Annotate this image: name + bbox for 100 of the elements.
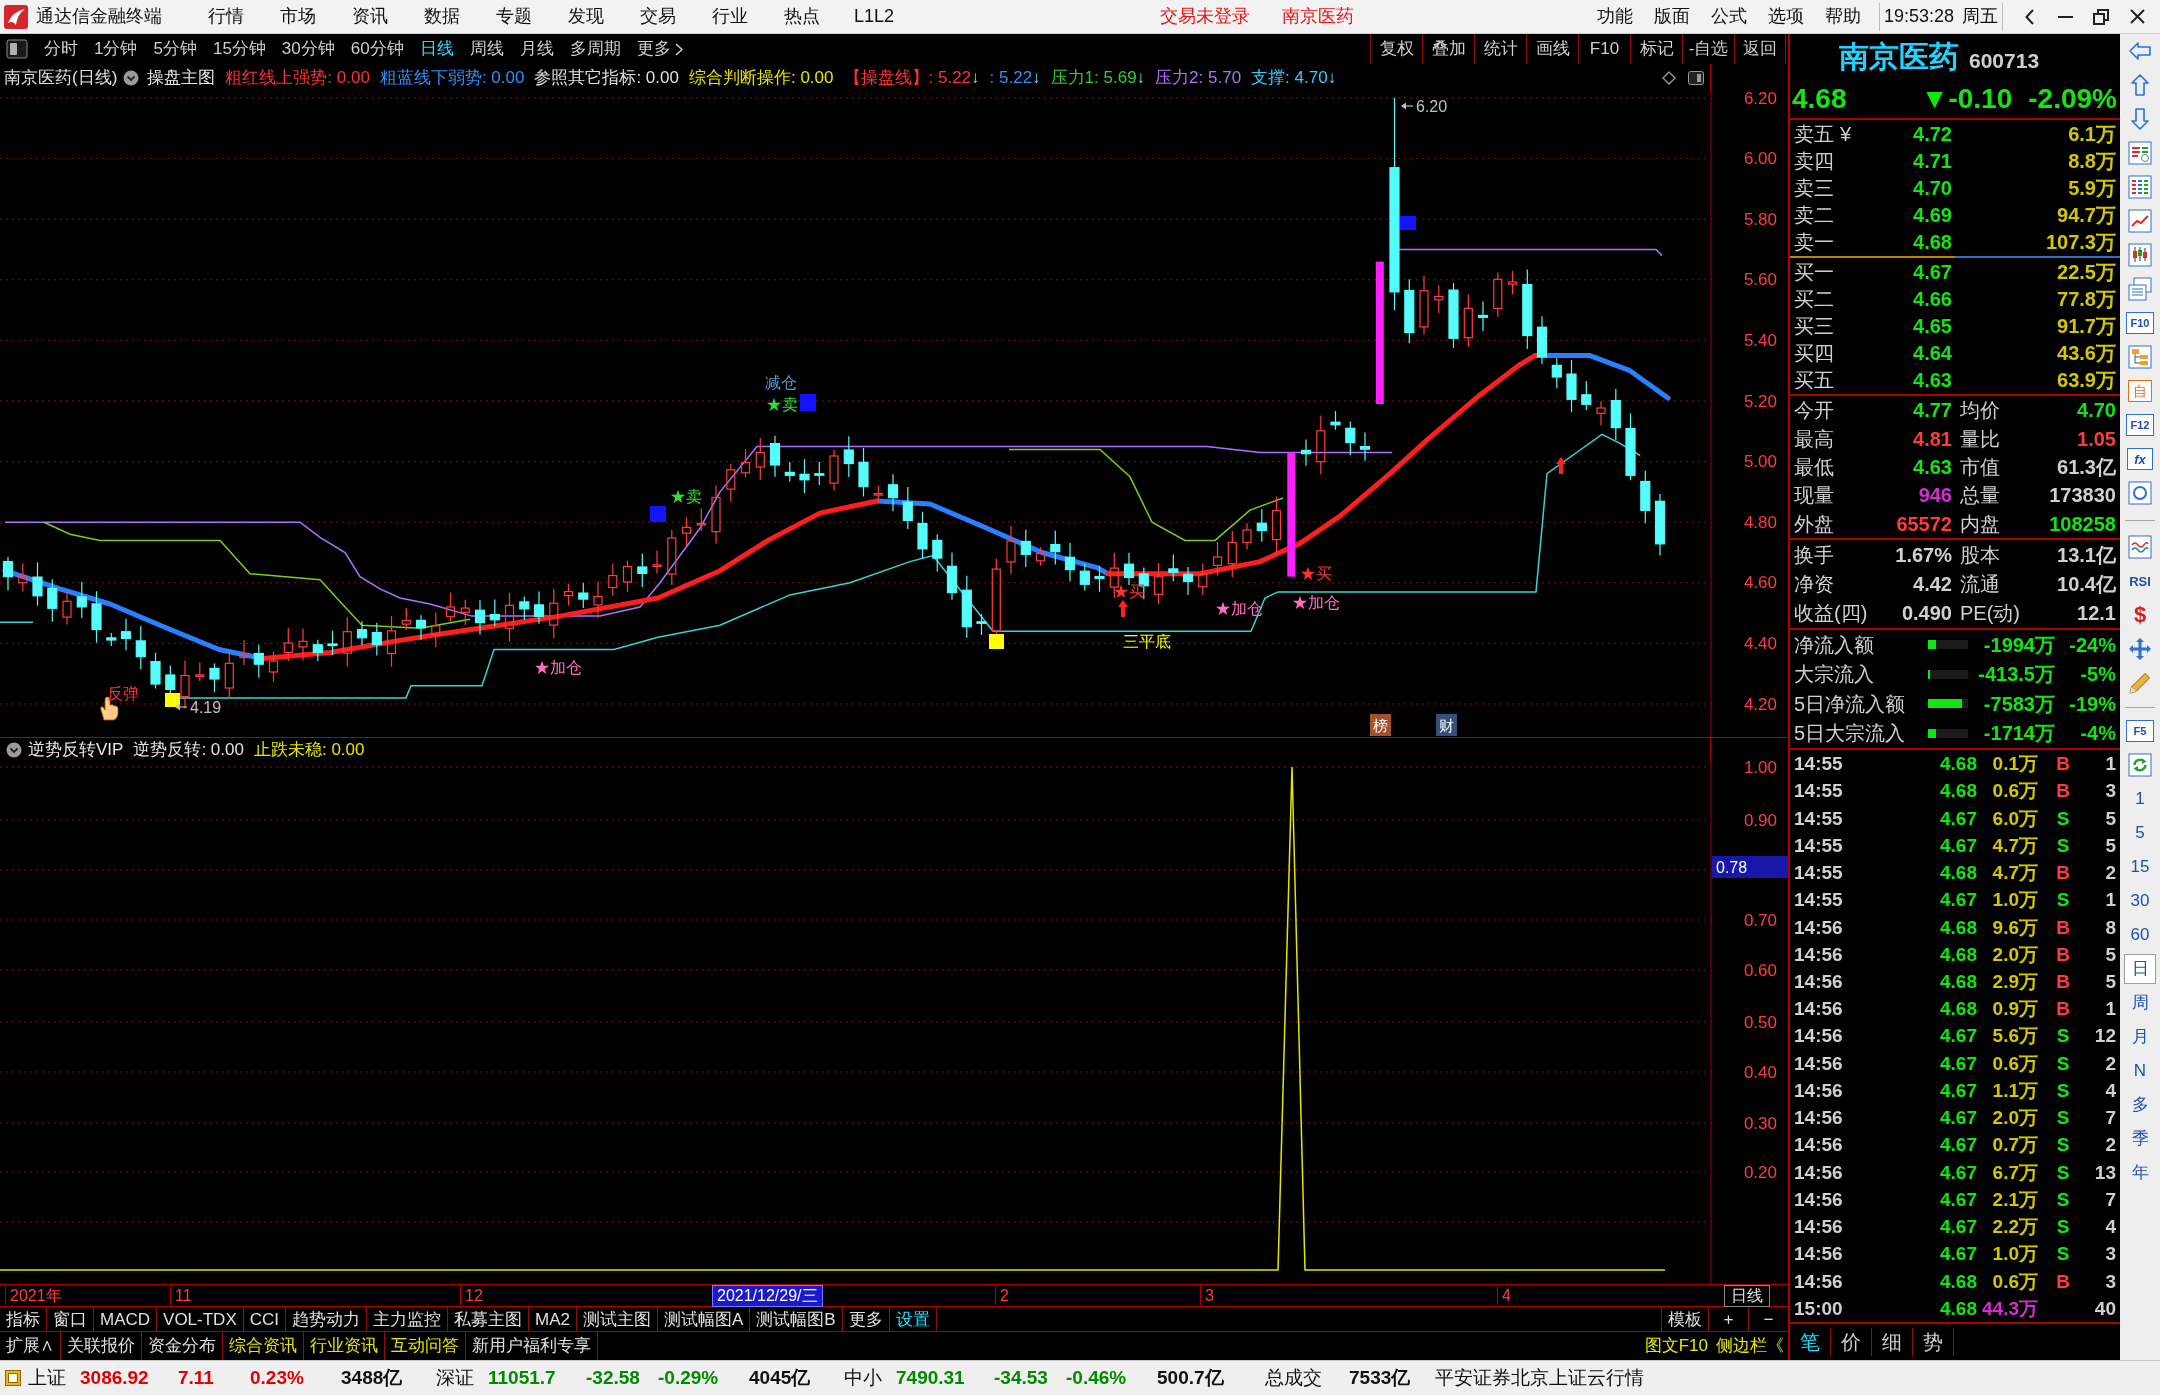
menu-item[interactable]: 市场	[262, 3, 334, 30]
panel-toggle-icon[interactable]	[6, 39, 28, 59]
menu-item[interactable]: 行业	[694, 3, 766, 30]
chart-tool-button[interactable]: 叠加	[1422, 34, 1474, 64]
menu-item[interactable]: L1L2	[838, 3, 910, 30]
side-tool-button[interactable]: F10	[2126, 312, 2154, 334]
period-tab[interactable]: 15分钟	[204, 34, 274, 64]
login-status[interactable]: 交易未登录	[1160, 3, 1260, 30]
period-tab[interactable]: 分时	[36, 34, 86, 64]
period-button[interactable]: 30	[2124, 886, 2156, 916]
menu-item[interactable]: 交易	[622, 3, 694, 30]
period-button[interactable]: 季	[2124, 1124, 2156, 1154]
period-button[interactable]: N	[2124, 1056, 2156, 1086]
period-button[interactable]: 年	[2124, 1158, 2156, 1188]
indicator-tab[interactable]: 趋势动力	[286, 1307, 368, 1331]
finance-tag[interactable]: 财	[1436, 714, 1457, 736]
indicator-tab[interactable]: 指标	[0, 1307, 47, 1331]
dropdown-icon[interactable]	[123, 70, 140, 86]
menu-item[interactable]: 功能	[1586, 3, 1643, 30]
period-button[interactable]: 多	[2124, 1090, 2156, 1120]
dropdown-icon[interactable]	[6, 742, 22, 758]
period-tab[interactable]: 5分钟	[145, 34, 205, 64]
period-tab[interactable]: 1分钟	[86, 34, 146, 64]
more-button[interactable]: 更多	[628, 34, 691, 64]
period-tab[interactable]: 60分钟	[342, 34, 412, 64]
menu-item[interactable]: 数据	[406, 3, 478, 30]
move-icon[interactable]	[2128, 637, 2152, 661]
period-tab[interactable]: 月线	[511, 34, 562, 64]
ranking-tag[interactable]: 榜	[1370, 714, 1391, 736]
panel-tab[interactable]: 细	[1872, 1328, 1913, 1356]
table-icon[interactable]	[2128, 175, 2152, 199]
down-arrow-icon[interactable]	[2128, 107, 2152, 131]
side-link[interactable]: 侧边栏《	[1712, 1332, 1788, 1360]
period-tab[interactable]: 日线	[411, 34, 462, 64]
report-icon[interactable]	[2128, 141, 2152, 165]
indicator-tab[interactable]: MACD	[94, 1307, 158, 1331]
diamond-icon[interactable]	[1662, 71, 1676, 85]
menu-item[interactable]: 帮助	[1814, 3, 1871, 30]
chart-tool-button[interactable]: -自选	[1682, 34, 1734, 64]
menu-item[interactable]: 版面	[1643, 3, 1700, 30]
chart-tool-button[interactable]: 统计	[1474, 34, 1526, 64]
template-control[interactable]: 模板	[1661, 1307, 1708, 1331]
indicator-tab[interactable]: VOL-TDX	[157, 1307, 244, 1331]
stock-name-link[interactable]: 南京医药	[1282, 3, 1362, 30]
candlestick-icon[interactable]	[2128, 243, 2152, 267]
indicator-tab[interactable]: 更多	[842, 1307, 890, 1331]
left-arrow-icon[interactable]	[2128, 39, 2152, 63]
chart-tool-button[interactable]: 标记	[1630, 34, 1682, 64]
period-button[interactable]: 5	[2124, 818, 2156, 848]
indicator-name[interactable]: 逆势反转VIP	[28, 737, 124, 763]
wave-chart-icon[interactable]	[2128, 535, 2152, 559]
side-link[interactable]: 图文F10	[1640, 1332, 1712, 1360]
template-control[interactable]: +	[1708, 1307, 1748, 1331]
app-logo-icon[interactable]	[4, 4, 28, 29]
pencil-icon[interactable]	[2128, 671, 2152, 695]
indicator-tab[interactable]: MA2	[529, 1307, 577, 1331]
chart-tool-button[interactable]: 画线	[1526, 34, 1578, 64]
indicator-name[interactable]: 操盘主图	[147, 65, 216, 91]
indicator-tab[interactable]: 私募主图	[448, 1307, 530, 1331]
side-tool-button[interactable]: RSI	[2129, 574, 2151, 588]
side-tool-button[interactable]: F5	[2126, 720, 2154, 742]
menu-item[interactable]: 资讯	[334, 3, 406, 30]
period-tab[interactable]: 周线	[461, 34, 512, 64]
status-icon[interactable]	[5, 1370, 21, 1386]
menu-item[interactable]: 公式	[1700, 3, 1757, 30]
menu-item[interactable]: 选项	[1757, 3, 1814, 30]
period-button[interactable]: 15	[2124, 852, 2156, 882]
price-axis-label: 4.80	[1743, 512, 1777, 532]
up-arrow-icon[interactable]	[2128, 73, 2152, 97]
refresh-icon[interactable]	[2128, 753, 2152, 777]
period-button[interactable]: 日	[2124, 954, 2156, 984]
indicator-tab[interactable]: 测试主图	[577, 1307, 658, 1331]
menu-item[interactable]: 发现	[550, 3, 622, 30]
menu-item[interactable]: 行情	[190, 3, 262, 30]
side-tool-button[interactable]: $	[2133, 604, 2147, 626]
chart-tool-button[interactable]: 复权	[1370, 34, 1422, 64]
menu-item[interactable]: 热点	[766, 3, 838, 30]
panel-tab[interactable]: 价	[1831, 1328, 1872, 1356]
chart-tool-button[interactable]: F10	[1578, 34, 1630, 64]
menu-item[interactable]: 专题	[478, 3, 550, 30]
chart-tool-button[interactable]: 返回	[1734, 34, 1786, 64]
side-tool-button[interactable]: F12	[2126, 414, 2154, 436]
side-tool-button[interactable]: fx	[2127, 448, 2153, 470]
indicator-tab[interactable]: CCI	[243, 1307, 287, 1331]
indicator-tab[interactable]: 主力监控	[367, 1307, 449, 1331]
period-button[interactable]: 1	[2124, 784, 2156, 814]
period-tab[interactable]: 多周期	[561, 34, 629, 64]
period-button[interactable]: 月	[2124, 1022, 2156, 1052]
panel-toggle-icon[interactable]	[1688, 71, 1704, 85]
panel-tab[interactable]: 势	[1913, 1328, 1954, 1356]
trade-price: 4.67	[1939, 889, 1977, 911]
period-tab[interactable]: 30分钟	[273, 34, 343, 64]
period-button[interactable]: 60	[2124, 920, 2156, 950]
period-button[interactable]: 周	[2124, 988, 2156, 1018]
indicator-tab[interactable]: 测试幅图A	[658, 1307, 751, 1331]
panel-tab[interactable]: 笔	[1790, 1328, 1831, 1356]
indicator-tab[interactable]: 设置	[889, 1307, 937, 1331]
line-chart-icon[interactable]	[2128, 209, 2152, 233]
indicator-tab[interactable]: 测试幅图B	[750, 1307, 843, 1331]
indicator-tab[interactable]: 窗口	[47, 1307, 94, 1331]
